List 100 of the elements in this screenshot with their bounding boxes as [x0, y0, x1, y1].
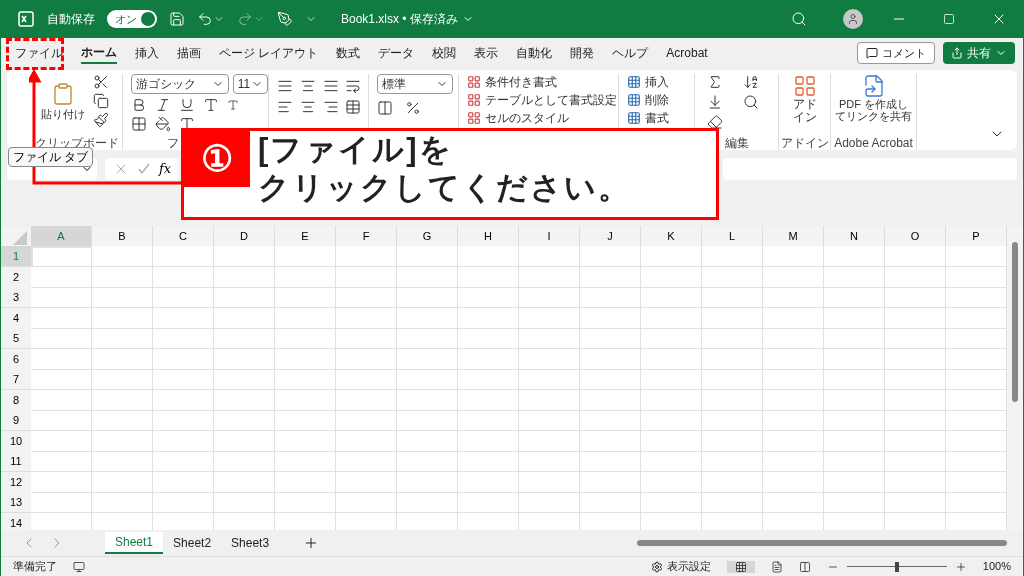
table-cell[interactable]: [641, 410, 702, 431]
table-cell[interactable]: [824, 471, 885, 493]
table-cell[interactable]: [580, 369, 641, 390]
table-cell[interactable]: [214, 471, 275, 493]
table-cell[interactable]: [31, 471, 92, 493]
table-cell[interactable]: [763, 307, 824, 329]
table-cell[interactable]: [580, 492, 641, 513]
table-cell[interactable]: [275, 389, 336, 411]
row-header[interactable]: 11: [1, 451, 31, 472]
number-format-dropdown[interactable]: 標準: [377, 74, 453, 94]
table-cell[interactable]: [519, 451, 580, 472]
column-header[interactable]: E: [275, 226, 336, 248]
align-middle-icon[interactable]: [299, 78, 316, 94]
ribbon-tab[interactable]: ホーム: [81, 42, 117, 64]
table-cell[interactable]: [275, 451, 336, 472]
align-right-icon[interactable]: [322, 99, 339, 115]
horizontal-scrollbar[interactable]: [637, 537, 1007, 549]
table-cell[interactable]: [641, 430, 702, 452]
table-cell[interactable]: [336, 246, 397, 267]
row-header[interactable]: 7: [1, 369, 31, 390]
table-cell[interactable]: [702, 471, 763, 493]
table-cell[interactable]: [397, 246, 458, 267]
table-cell[interactable]: [702, 492, 763, 513]
table-cell[interactable]: [824, 287, 885, 308]
table-cell[interactable]: [397, 389, 458, 411]
table-cell[interactable]: [336, 389, 397, 411]
table-cell[interactable]: [641, 369, 702, 390]
table-cell[interactable]: [519, 492, 580, 513]
table-cell[interactable]: [214, 389, 275, 411]
table-cell[interactable]: [336, 287, 397, 308]
column-header[interactable]: M: [763, 226, 824, 248]
comment-button[interactable]: コメント: [857, 42, 935, 64]
table-cell[interactable]: [458, 266, 519, 288]
ribbon-tab[interactable]: Acrobat: [666, 42, 708, 64]
italic-icon[interactable]: [155, 97, 171, 113]
fill-color-icon[interactable]: [155, 116, 171, 132]
align-bottom-icon[interactable]: [322, 78, 339, 94]
cells-menu-button[interactable]: 挿入: [627, 74, 694, 90]
table-cell[interactable]: [275, 430, 336, 452]
table-cell[interactable]: [519, 307, 580, 329]
column-header[interactable]: J: [580, 226, 641, 248]
table-cell[interactable]: [458, 410, 519, 431]
table-cell[interactable]: [31, 287, 92, 308]
table-cell[interactable]: [397, 471, 458, 493]
align-center-icon[interactable]: [299, 99, 316, 115]
table-cell[interactable]: [702, 348, 763, 370]
table-cell[interactable]: [336, 430, 397, 452]
table-cell[interactable]: [458, 369, 519, 390]
table-cell[interactable]: [641, 246, 702, 267]
table-cell[interactable]: [641, 451, 702, 472]
table-cell[interactable]: [153, 410, 214, 431]
table-cell[interactable]: [519, 389, 580, 411]
table-cell[interactable]: [153, 246, 214, 267]
table-cell[interactable]: [519, 328, 580, 349]
table-cell[interactable]: [397, 492, 458, 513]
table-cell[interactable]: [31, 307, 92, 329]
table-cell[interactable]: [641, 471, 702, 493]
table-cell[interactable]: [397, 369, 458, 390]
column-header[interactable]: L: [702, 226, 763, 248]
table-cell[interactable]: [31, 328, 92, 349]
ribbon-tab[interactable]: 描画: [177, 42, 201, 64]
table-cell[interactable]: [92, 266, 153, 288]
merge-icon[interactable]: [345, 99, 362, 115]
ribbon-tab[interactable]: 開発: [570, 42, 595, 64]
table-cell[interactable]: [336, 451, 397, 472]
table-cell[interactable]: [214, 410, 275, 431]
sheet-tab[interactable]: Sheet1: [105, 532, 164, 554]
ribbon-tab[interactable]: 校閲: [432, 42, 457, 64]
table-cell[interactable]: [275, 307, 336, 329]
table-cell[interactable]: [702, 266, 763, 288]
table-cell[interactable]: [214, 287, 275, 308]
table-cell[interactable]: [824, 369, 885, 390]
column-header[interactable]: I: [519, 226, 580, 248]
table-cell[interactable]: [275, 369, 336, 390]
zoom-in-icon[interactable]: [954, 560, 967, 573]
table-cell[interactable]: [92, 348, 153, 370]
column-header[interactable]: A: [31, 226, 92, 248]
table-cell[interactable]: [397, 287, 458, 308]
style-menu-button[interactable]: 条件付き書式: [467, 74, 618, 90]
table-cell[interactable]: [763, 430, 824, 452]
table-cell[interactable]: [397, 328, 458, 349]
file-title[interactable]: Book1.xlsx • 保存済み: [341, 10, 474, 28]
fill-icon[interactable]: [707, 94, 723, 110]
zoom-level[interactable]: 100%: [982, 558, 1011, 575]
create-pdf-button[interactable]: PDF を作成してリンクを共有: [833, 74, 914, 136]
table-cell[interactable]: [92, 430, 153, 452]
table-cell[interactable]: [153, 328, 214, 349]
table-cell[interactable]: [275, 348, 336, 370]
table-cell[interactable]: [702, 410, 763, 431]
table-cell[interactable]: [763, 389, 824, 411]
table-cell[interactable]: [92, 287, 153, 308]
table-cell[interactable]: [885, 328, 946, 349]
zoom-slider[interactable]: [846, 561, 947, 572]
table-cell[interactable]: [336, 266, 397, 288]
table-cell[interactable]: [763, 471, 824, 493]
underline-icon[interactable]: [179, 97, 195, 113]
undo-icon[interactable]: [197, 11, 213, 27]
table-cell[interactable]: [336, 471, 397, 493]
table-cell[interactable]: [519, 348, 580, 370]
row-header[interactable]: 13: [1, 492, 31, 513]
